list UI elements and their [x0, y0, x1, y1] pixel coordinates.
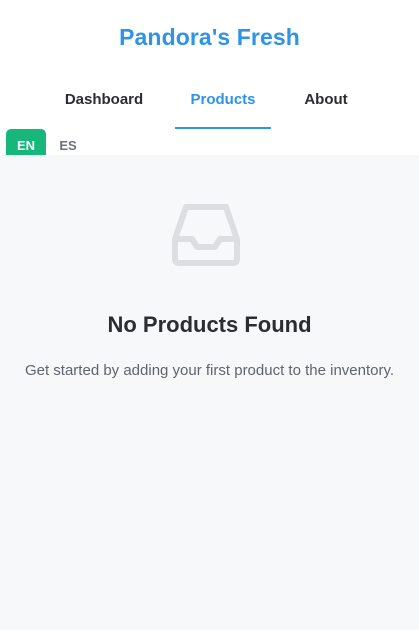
tab-about[interactable]: About	[290, 76, 362, 129]
empty-state-title: No Products Found	[107, 312, 312, 337]
inbox-icon	[172, 204, 240, 266]
main-nav: Dashboard Products About	[0, 76, 419, 129]
products-content: No Products Found Get started by adding …	[0, 155, 419, 630]
tab-dashboard[interactable]: Dashboard	[52, 76, 156, 129]
tab-products[interactable]: Products	[175, 76, 271, 129]
app-root: Pandora's Fresh Dashboard Products About…	[0, 0, 419, 630]
brand-title: Pandora's Fresh	[119, 24, 300, 50]
empty-state-description: Get started by adding your first product…	[24, 362, 395, 379]
